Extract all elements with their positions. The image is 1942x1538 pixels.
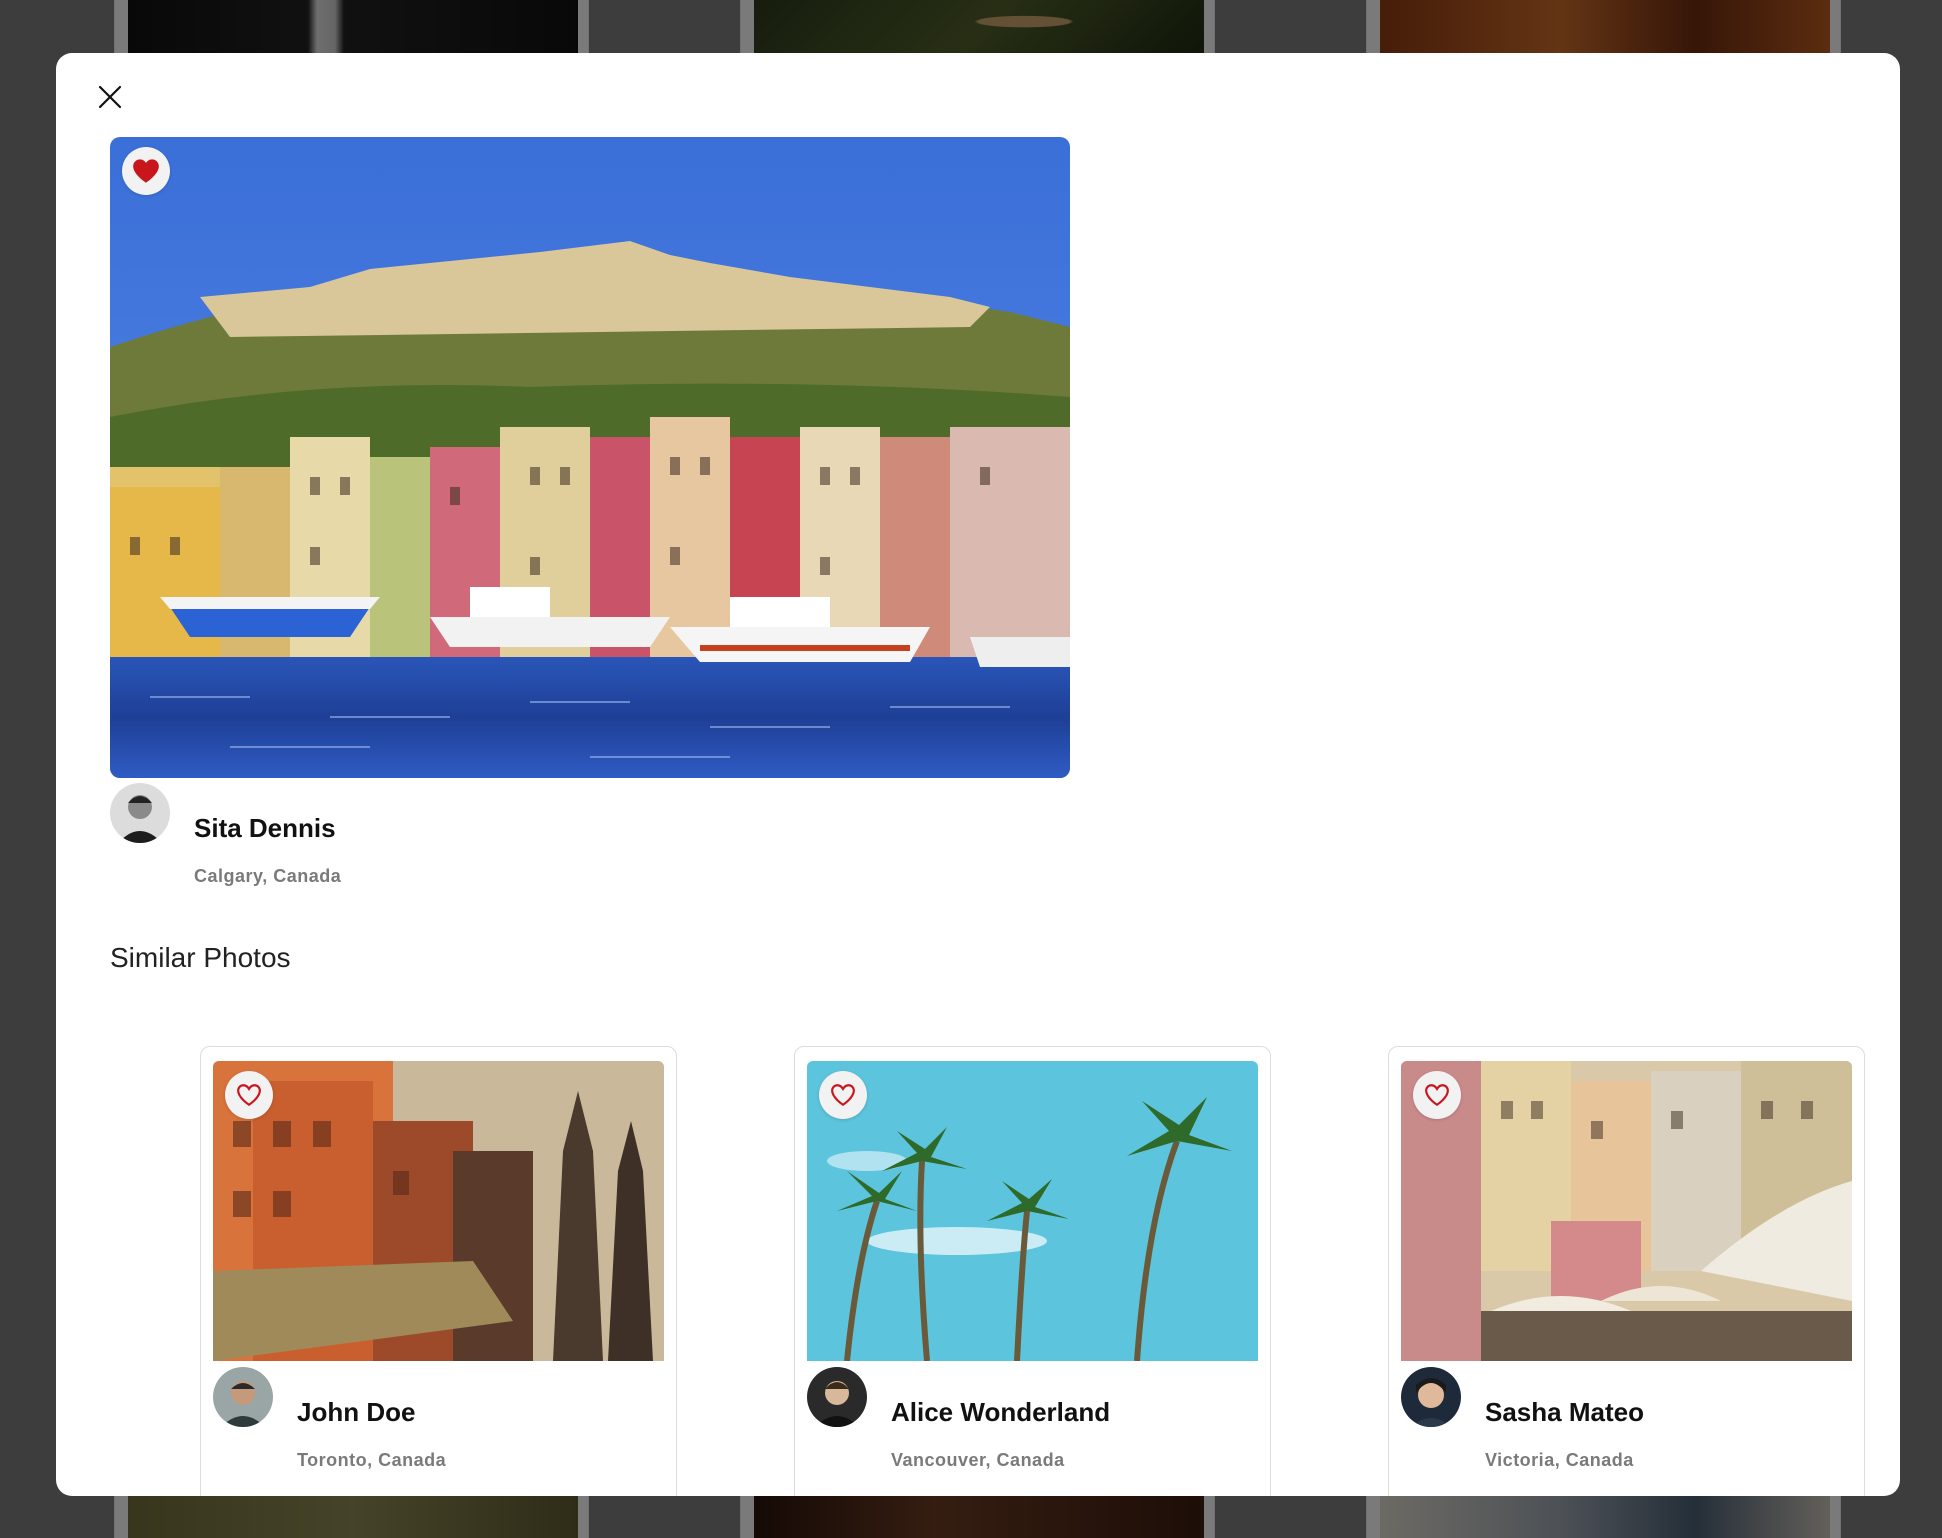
street-photo [213, 1061, 664, 1361]
favorite-button[interactable] [1413, 1071, 1461, 1119]
author-name[interactable]: Sita Dennis [194, 813, 336, 844]
palm-trees-photo [807, 1061, 1258, 1361]
author-name[interactable]: Sasha Mateo [1485, 1397, 1644, 1428]
avatar[interactable] [1401, 1367, 1461, 1427]
favorite-button[interactable] [225, 1071, 273, 1119]
heart-filled-icon [133, 159, 159, 183]
photo-card[interactable]: John Doe Toronto, Canada [200, 1046, 677, 1496]
author-location: Toronto, Canada [297, 1450, 447, 1470]
close-icon [98, 85, 122, 109]
section-title: Similar Photos [110, 942, 291, 973]
avatar[interactable] [110, 783, 170, 843]
photo[interactable] [807, 1061, 1258, 1361]
hero-photo[interactable] [110, 137, 1070, 778]
author-avatar-image [807, 1367, 867, 1427]
photo-detail-modal: Sita Dennis Calgary, Canada Similar Phot… [56, 53, 1900, 1496]
favorite-button[interactable] [122, 147, 170, 195]
author-avatar-image [110, 783, 170, 843]
favorite-button[interactable] [819, 1071, 867, 1119]
author-location: Victoria, Canada [1485, 1450, 1634, 1470]
village-market-photo [1401, 1061, 1852, 1361]
photo[interactable] [1401, 1061, 1852, 1361]
photo-card[interactable]: Sasha Mateo Victoria, Canada [1388, 1046, 1865, 1496]
heart-outline-icon [237, 1084, 261, 1107]
heart-outline-icon [831, 1084, 855, 1107]
photo[interactable] [213, 1061, 664, 1361]
close-button[interactable] [92, 79, 128, 115]
author-location: Calgary, Canada [194, 866, 342, 886]
author-name[interactable]: John Doe [297, 1397, 415, 1428]
author-location: Vancouver, Canada [891, 1450, 1065, 1470]
author-name[interactable]: Alice Wonderland [891, 1397, 1110, 1428]
author-avatar-image [1401, 1367, 1461, 1427]
avatar[interactable] [807, 1367, 867, 1427]
avatar[interactable] [213, 1367, 273, 1427]
photo-card[interactable]: Alice Wonderland Vancouver, Canada [794, 1046, 1271, 1496]
heart-outline-icon [1425, 1084, 1449, 1107]
author-avatar-image [213, 1367, 273, 1427]
harbor-photo [110, 137, 1070, 778]
